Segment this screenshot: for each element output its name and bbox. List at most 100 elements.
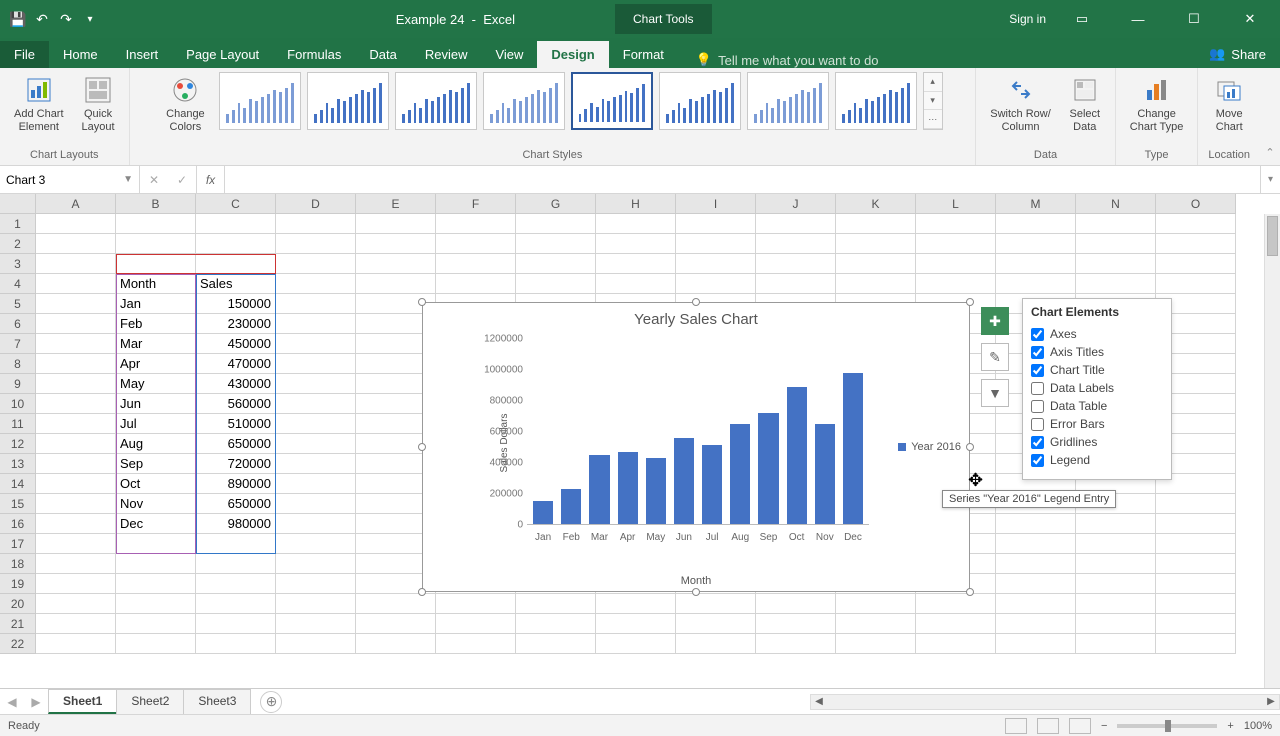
share-button[interactable]: 👥Share <box>1195 40 1280 68</box>
cell[interactable]: 150000 <box>196 294 276 314</box>
cell[interactable] <box>756 234 836 254</box>
cell[interactable]: May <box>116 374 196 394</box>
chart-element-checkbox[interactable] <box>1031 328 1044 341</box>
cell[interactable] <box>116 534 196 554</box>
chart-style-thumb[interactable] <box>483 72 565 130</box>
cell[interactable] <box>596 594 676 614</box>
cell[interactable] <box>36 534 116 554</box>
cell[interactable] <box>36 334 116 354</box>
cell[interactable] <box>36 634 116 654</box>
cell[interactable] <box>996 274 1076 294</box>
cell[interactable] <box>1076 234 1156 254</box>
tell-me-box[interactable]: 💡Tell me what you want to do <box>678 52 879 68</box>
cell[interactable] <box>996 594 1076 614</box>
cell[interactable] <box>1156 614 1236 634</box>
chart-element-option[interactable]: Legend <box>1031 451 1163 469</box>
name-box-input[interactable] <box>6 173 106 187</box>
cell[interactable] <box>1156 634 1236 654</box>
cell[interactable] <box>196 554 276 574</box>
cell[interactable] <box>756 634 836 654</box>
row-header[interactable]: 19 <box>0 574 36 594</box>
chart-style-thumb[interactable] <box>571 72 653 130</box>
cell[interactable] <box>36 554 116 574</box>
cell[interactable] <box>676 634 756 654</box>
chart-style-thumb[interactable] <box>835 72 917 130</box>
chart-bar[interactable] <box>533 501 553 524</box>
cell[interactable] <box>116 234 196 254</box>
row-header[interactable]: 21 <box>0 614 36 634</box>
cell[interactable] <box>196 214 276 234</box>
cell[interactable]: 890000 <box>196 474 276 494</box>
row-header[interactable]: 20 <box>0 594 36 614</box>
cell[interactable]: Nov <box>116 494 196 514</box>
cell[interactable] <box>996 234 1076 254</box>
cell[interactable]: Jul <box>116 414 196 434</box>
chart-bar[interactable] <box>674 438 694 524</box>
tab-design[interactable]: Design <box>537 41 608 68</box>
cell[interactable] <box>1076 634 1156 654</box>
ribbon-display-options-icon[interactable]: ▭ <box>1062 0 1102 38</box>
chart-bar[interactable] <box>618 452 638 524</box>
cell[interactable] <box>116 594 196 614</box>
resize-handle[interactable] <box>966 298 974 306</box>
select-data-button[interactable]: Select Data <box>1065 72 1105 135</box>
column-header[interactable]: N <box>1076 194 1156 214</box>
cell[interactable] <box>516 234 596 254</box>
cell[interactable] <box>996 574 1076 594</box>
cell[interactable] <box>596 214 676 234</box>
sheet-tab[interactable]: Sheet2 <box>116 689 184 714</box>
tab-format[interactable]: Format <box>609 41 678 68</box>
name-box[interactable]: ▼ <box>0 166 140 193</box>
tab-insert[interactable]: Insert <box>112 41 173 68</box>
row-header[interactable]: 15 <box>0 494 36 514</box>
chart-elements-button[interactable]: ✚ <box>981 307 1009 335</box>
chart-element-checkbox[interactable] <box>1031 364 1044 377</box>
sheet-tab[interactable]: Sheet3 <box>183 689 251 714</box>
cell[interactable] <box>276 374 356 394</box>
cell[interactable] <box>756 274 836 294</box>
cell[interactable] <box>356 254 436 274</box>
column-header[interactable]: E <box>356 194 436 214</box>
row-header[interactable]: 12 <box>0 434 36 454</box>
undo-icon[interactable]: ↶ <box>34 11 50 27</box>
change-colors-button[interactable]: Change Colors <box>162 72 209 135</box>
change-chart-type-button[interactable]: Change Chart Type <box>1126 72 1188 135</box>
cell[interactable] <box>276 594 356 614</box>
row-header[interactable]: 14 <box>0 474 36 494</box>
chart-element-option[interactable]: Data Labels <box>1031 379 1163 397</box>
select-all-corner[interactable] <box>0 194 36 214</box>
cell[interactable] <box>676 254 756 274</box>
cell[interactable] <box>276 234 356 254</box>
gallery-scroll[interactable]: ▾ <box>924 92 942 111</box>
cell[interactable]: Oct <box>116 474 196 494</box>
cell[interactable] <box>836 634 916 654</box>
zoom-minus-icon[interactable]: − <box>1101 720 1107 732</box>
cell[interactable] <box>676 214 756 234</box>
cell[interactable] <box>1156 594 1236 614</box>
cell[interactable] <box>116 574 196 594</box>
chart-style-thumb[interactable] <box>307 72 389 130</box>
cell[interactable] <box>1076 554 1156 574</box>
cell[interactable] <box>276 314 356 334</box>
row-header[interactable]: 5 <box>0 294 36 314</box>
chart-style-thumb[interactable] <box>395 72 477 130</box>
cell[interactable] <box>836 254 916 274</box>
cell[interactable] <box>1076 254 1156 274</box>
chart-element-checkbox[interactable] <box>1031 454 1044 467</box>
cell[interactable] <box>276 414 356 434</box>
cell[interactable] <box>276 274 356 294</box>
cell[interactable] <box>1156 254 1236 274</box>
cell[interactable] <box>1156 534 1236 554</box>
cell[interactable] <box>36 234 116 254</box>
cell[interactable] <box>356 214 436 234</box>
cell[interactable] <box>436 234 516 254</box>
cell[interactable] <box>36 414 116 434</box>
cell[interactable] <box>196 574 276 594</box>
embedded-chart[interactable]: Yearly Sales Chart Sales Dollars 1200000… <box>422 302 970 592</box>
row-header[interactable]: 2 <box>0 234 36 254</box>
cell[interactable] <box>996 634 1076 654</box>
cell[interactable] <box>996 514 1076 534</box>
resize-handle[interactable] <box>418 298 426 306</box>
cell[interactable] <box>516 614 596 634</box>
cell[interactable] <box>676 594 756 614</box>
